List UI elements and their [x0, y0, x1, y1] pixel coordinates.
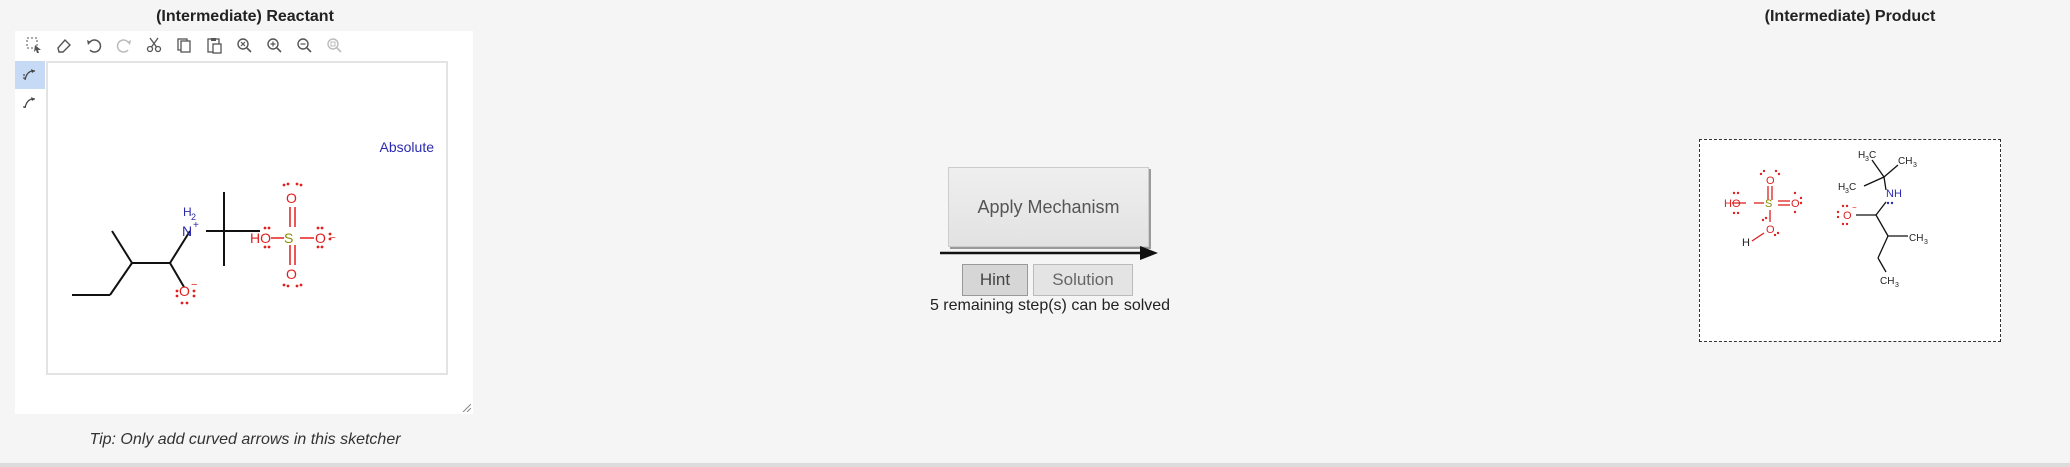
svg-text:N: N: [182, 223, 192, 239]
reactant-title: (Intermediate) Reactant: [156, 8, 334, 25]
undo-icon[interactable]: [79, 32, 109, 58]
copy-icon[interactable]: [169, 32, 199, 58]
hint-button[interactable]: Hint: [962, 264, 1028, 296]
zoom-reset-icon[interactable]: [319, 32, 349, 58]
svg-text:S: S: [1765, 198, 1772, 210]
reaction-arrow-icon: [940, 246, 1158, 260]
svg-text:3: 3: [1924, 239, 1928, 246]
svg-text:O: O: [1766, 175, 1775, 187]
bottom-divider: [0, 463, 2070, 467]
sketcher-toolbar: [15, 31, 473, 59]
svg-text:−: −: [1852, 203, 1857, 212]
zoom-fit-icon[interactable]: [229, 32, 259, 58]
sketcher-canvas[interactable]: H 2 N + O − S O O O HO − Absolute: [46, 61, 448, 375]
svg-text:O: O: [1766, 224, 1775, 236]
svg-text:O: O: [1843, 210, 1852, 222]
curved-arrow-single-icon[interactable]: [15, 89, 45, 117]
eraser-icon[interactable]: [49, 32, 79, 58]
paste-icon[interactable]: [199, 32, 229, 58]
svg-text:O: O: [1791, 198, 1800, 210]
curved-arrow-pair-icon[interactable]: [15, 61, 45, 89]
stereo-absolute-label: Absolute: [379, 139, 434, 155]
svg-text:C: C: [1849, 182, 1856, 193]
zoom-out-icon[interactable]: [289, 32, 319, 58]
svg-text:+: +: [193, 220, 199, 231]
svg-text:HO: HO: [1724, 198, 1741, 210]
zoom-in-icon[interactable]: [259, 32, 289, 58]
product-structure-box: S O O O HO H NH O − H 3 C CH 3 H 3 C CH …: [1699, 139, 2001, 342]
solution-button[interactable]: Solution: [1033, 264, 1133, 296]
svg-text:3: 3: [1913, 162, 1917, 169]
redo-icon[interactable]: [109, 32, 139, 58]
select-icon[interactable]: [19, 32, 49, 58]
apply-mechanism-button[interactable]: Apply Mechanism: [948, 167, 1149, 247]
svg-text:3: 3: [1895, 282, 1899, 289]
svg-text:−: −: [330, 233, 336, 244]
svg-text:C: C: [1869, 150, 1876, 161]
product-structure: S O O O HO H NH O − H 3 C CH 3 H 3 C CH …: [1724, 150, 1928, 289]
sketcher-tip: Tip: Only add curved arrows in this sket…: [89, 431, 401, 448]
remaining-steps-text: 5 remaining step(s) can be solved: [929, 297, 1171, 314]
reactant-sketcher[interactable]: H 2 N + O − S O O O HO − Absolute: [15, 31, 473, 414]
svg-text:CH: CH: [1880, 276, 1894, 287]
side-toolbar: [15, 61, 45, 117]
cut-icon[interactable]: [139, 32, 169, 58]
svg-text:O: O: [315, 230, 326, 246]
svg-text:NH: NH: [1886, 188, 1902, 200]
product-title: (Intermediate) Product: [1764, 8, 1936, 25]
svg-text:O: O: [286, 190, 297, 206]
svg-text:O: O: [286, 266, 297, 282]
svg-text:CH: CH: [1898, 156, 1912, 167]
svg-text:O: O: [179, 283, 190, 299]
svg-text:−: −: [191, 279, 197, 291]
reactant-structure: H 2 N + O − S O O O HO −: [72, 182, 336, 305]
svg-text:S: S: [284, 230, 293, 246]
svg-text:H: H: [1742, 237, 1750, 249]
svg-text:CH: CH: [1909, 233, 1923, 244]
resize-handle-icon[interactable]: [461, 402, 471, 412]
svg-text:HO: HO: [250, 230, 271, 246]
